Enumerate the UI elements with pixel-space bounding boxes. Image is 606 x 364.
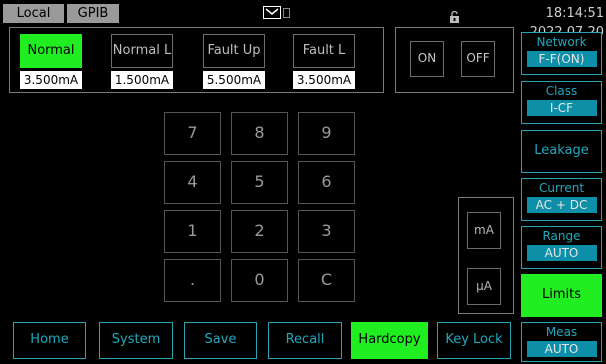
key-decimal[interactable]: . xyxy=(164,259,221,302)
network-label: Network xyxy=(536,35,587,49)
key-9[interactable]: 9 xyxy=(298,112,355,155)
class-value: I-CF xyxy=(526,100,597,116)
keylock-button[interactable]: Key Lock xyxy=(437,322,511,359)
save-button[interactable]: Save xyxy=(184,322,257,359)
clock: 18:14:51 2022.07.20 xyxy=(530,6,604,40)
key-0[interactable]: 0 xyxy=(231,259,288,302)
limits-button[interactable]: Limits xyxy=(521,274,602,317)
fault-up-button[interactable]: Fault Up xyxy=(203,34,265,68)
normal-up-button[interactable]: Normal Up xyxy=(20,34,82,90)
key-7[interactable]: 7 xyxy=(164,112,221,155)
off-button[interactable]: OFF xyxy=(461,41,495,77)
meas-value: AUTO xyxy=(526,341,597,357)
key-2[interactable]: 2 xyxy=(231,210,288,253)
fault-up-value: 5.500mA xyxy=(203,71,265,89)
key-clear[interactable]: C xyxy=(298,259,355,302)
lock-icon xyxy=(449,8,460,23)
leakage-button[interactable]: Leakage xyxy=(521,130,602,173)
class-label: Class xyxy=(545,84,578,98)
home-button[interactable]: Home xyxy=(13,322,86,359)
mode-local-button[interactable]: Local xyxy=(3,4,64,23)
mode-gpib-button[interactable]: GPIB xyxy=(67,4,119,23)
key-1[interactable]: 1 xyxy=(164,210,221,253)
key-6[interactable]: 6 xyxy=(298,161,355,204)
normal-low-value: 1.500mA xyxy=(111,71,173,89)
on-button[interactable]: ON xyxy=(410,41,444,77)
class-button[interactable]: Class I-CF xyxy=(521,81,602,124)
key-3[interactable]: 3 xyxy=(298,210,355,253)
unit-ua-button[interactable]: µA xyxy=(467,268,501,305)
system-button[interactable]: System xyxy=(99,322,173,359)
key-5[interactable]: 5 xyxy=(231,161,288,204)
meas-button[interactable]: Meas AUTO xyxy=(521,322,602,362)
hardcopy-button[interactable]: Hardcopy xyxy=(351,322,428,359)
current-value: AC + DC xyxy=(526,197,597,213)
unit-ma-button[interactable]: mA xyxy=(467,212,501,249)
fault-low-button[interactable]: Fault L xyxy=(293,34,355,68)
current-label: Current xyxy=(538,181,585,195)
range-label: Range xyxy=(542,229,581,243)
current-button[interactable]: Current AC + DC xyxy=(521,178,602,221)
envelope-icon xyxy=(263,6,281,19)
fault-low-value: 3.500mA xyxy=(293,71,355,89)
network-value: F-F(ON) xyxy=(526,51,597,67)
key-8[interactable]: 8 xyxy=(231,112,288,155)
normal-up-value: 3.500mA xyxy=(20,71,82,89)
meas-label: Meas xyxy=(545,325,578,339)
normal-low-button[interactable]: Normal L xyxy=(111,34,173,68)
indicator-icon xyxy=(283,8,290,18)
recall-button[interactable]: Recall xyxy=(268,322,342,359)
network-button[interactable]: Network F-F(ON) xyxy=(521,32,602,75)
range-value: AUTO xyxy=(526,245,597,261)
key-4[interactable]: 4 xyxy=(164,161,221,204)
range-button[interactable]: Range AUTO xyxy=(521,226,602,269)
